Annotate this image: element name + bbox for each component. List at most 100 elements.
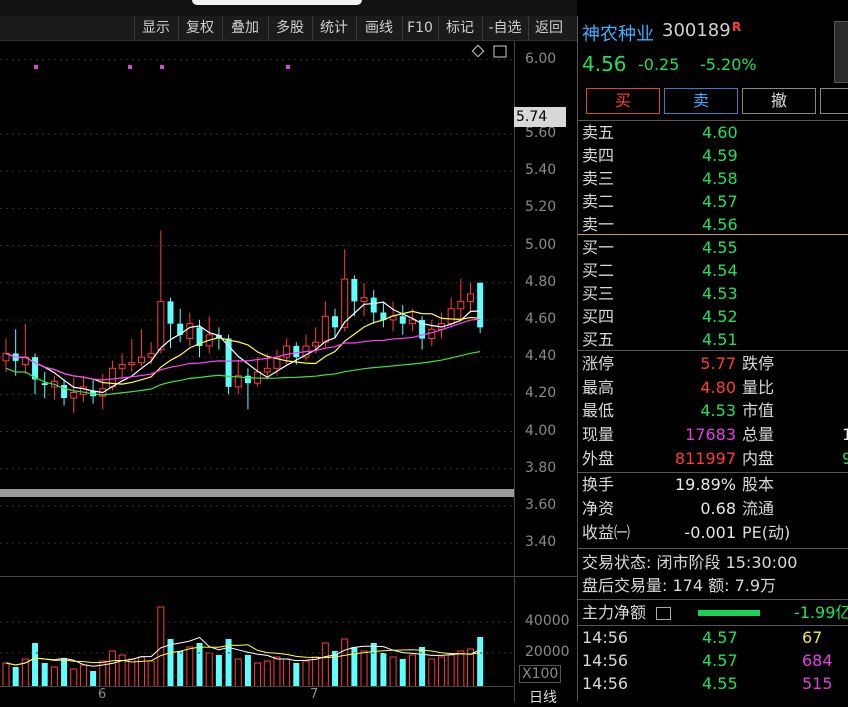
last-price: 4.56: [582, 52, 627, 76]
ask-price: 4.58: [702, 169, 738, 188]
vol-label-20000: 20000: [525, 644, 570, 660]
inner-value: 9: [842, 449, 848, 468]
candle-body: [293, 345, 300, 358]
y-label: 4.80: [525, 273, 557, 290]
y-label: 6.00: [525, 50, 557, 67]
volume-bar: [177, 651, 184, 687]
volume-bar: [447, 654, 455, 688]
kline-chart[interactable]: [0, 41, 514, 571]
volume-bar: [380, 653, 387, 687]
volume-bar: [32, 643, 39, 687]
volume-bar: [408, 654, 416, 688]
total-vol-label: 总量: [742, 425, 775, 444]
vol-ratio-label: 量比: [742, 378, 775, 397]
candle-body: [399, 316, 406, 324]
bid-label: 买四: [582, 307, 615, 326]
candle-body: [167, 301, 174, 324]
extra-button[interactable]: [820, 88, 848, 114]
event-marker: [286, 65, 290, 69]
ask-label: 卖三: [582, 169, 615, 188]
ask-price: 4.60: [702, 123, 738, 142]
main-force-bar: [698, 610, 760, 616]
candle-body: [41, 383, 48, 386]
toolbar-item-6[interactable]: F10: [402, 16, 437, 40]
low-value: 4.53: [700, 401, 736, 420]
volume-bar: [90, 671, 97, 687]
turnover-label: 换手: [582, 475, 615, 494]
sell-button[interactable]: 卖: [664, 88, 738, 114]
volume-bar: [321, 642, 329, 688]
ask-label: 卖四: [582, 146, 615, 165]
candle-body: [263, 367, 271, 373]
eps-label: 收益㈠: [582, 523, 631, 542]
volume-bar: [41, 663, 48, 687]
vol-unit: X100: [519, 665, 562, 683]
toolbar-item-4[interactable]: 统计: [312, 16, 355, 40]
y-label: 4.40: [525, 348, 557, 365]
tick-volume: 67: [802, 628, 823, 647]
chart-toolbar: 显示 复权 叠加 多股 统计 画线 F10 标记 -自选 返回: [0, 16, 577, 41]
side-tab[interactable]: [834, 21, 848, 83]
volume-bar: [370, 643, 377, 687]
y-label: 3.40: [525, 534, 557, 551]
bid-label: 买三: [582, 284, 615, 303]
y-label: 4.20: [525, 385, 557, 402]
divider: [578, 599, 848, 600]
volume-bar: [79, 664, 87, 688]
tick-volume: 515: [802, 674, 833, 693]
tick-price: 4.57: [702, 628, 738, 647]
candle-body: [157, 300, 165, 351]
volume-bar: [263, 660, 271, 688]
stock-name[interactable]: 神农种业: [582, 20, 654, 46]
volume-bar: [2, 662, 10, 688]
toolbar-item-8[interactable]: -自选: [482, 16, 527, 40]
date-axis: 6 7: [0, 686, 514, 702]
candle-body: [360, 297, 368, 302]
toolbar-item-7[interactable]: 标记: [438, 16, 481, 40]
volume-bar: [360, 650, 368, 688]
toolbar-item-3[interactable]: 多股: [268, 16, 311, 40]
period-label[interactable]: 日线: [529, 687, 557, 707]
tick-time: 14:56: [582, 674, 629, 693]
toolbar-item-1[interactable]: 复权: [178, 16, 221, 40]
toolbar-item-0[interactable]: 显示: [134, 16, 177, 40]
r-badge-icon: R: [732, 20, 742, 34]
candle-body: [321, 315, 329, 343]
toolbar-item-5[interactable]: 画线: [356, 16, 401, 40]
buy-button[interactable]: 买: [586, 88, 660, 114]
bid-label: 买五: [582, 330, 615, 349]
toolbar-item-9[interactable]: 返回: [528, 16, 569, 40]
volume-bar: [399, 659, 406, 687]
volume-bar: [167, 639, 174, 687]
volume-bar: [118, 654, 126, 688]
bid-price: 4.52: [702, 307, 738, 326]
volume-bar: [61, 659, 68, 687]
turnover-value: 19.89%: [674, 475, 736, 494]
volume-bar: [215, 655, 222, 687]
candle-body: [137, 356, 145, 364]
cur-vol-label: 现量: [582, 425, 615, 444]
vol-label-40000: 40000: [525, 613, 570, 629]
tick-time: 14:56: [582, 651, 629, 670]
ask-label: 卖二: [582, 192, 615, 211]
after-hours-text: 盘后交易量: 174 额: 7.9万: [582, 576, 777, 595]
y-label: 5.60: [525, 124, 557, 141]
cancel-button[interactable]: 撤: [742, 88, 816, 114]
candle-body: [70, 391, 78, 399]
volume-bar: [428, 658, 436, 688]
list-icon[interactable]: [656, 607, 671, 620]
stock-code: 300189: [662, 20, 731, 41]
candle-body: [128, 362, 136, 366]
nav-value: 0.68: [700, 499, 736, 518]
window-tab-highlight: [192, 0, 362, 5]
volume-chart[interactable]: [0, 576, 514, 688]
volume-bar: [244, 655, 251, 687]
tick-time: 14:56: [582, 628, 629, 647]
candle-body: [312, 341, 320, 347]
diamond-icon: [471, 44, 485, 58]
ask-price: 4.59: [702, 146, 738, 165]
toolbar-item-2[interactable]: 叠加: [222, 16, 267, 40]
volume-bar: [12, 667, 19, 687]
tick-price: 4.55: [702, 674, 738, 693]
bid-label: 买一: [582, 238, 615, 257]
